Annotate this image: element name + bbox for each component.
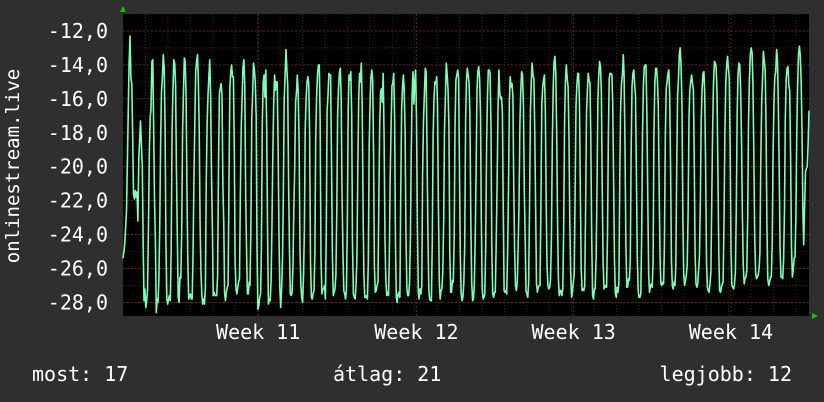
y-tick-label: -26,0 xyxy=(48,256,108,280)
x-tick-label: Week 13 xyxy=(532,320,616,344)
y-tick-label: -12,0 xyxy=(48,19,108,43)
y-tick-label: -22,0 xyxy=(48,189,108,213)
footer-stats: most: 17 átlag: 21 legjobb: 12 xyxy=(0,362,824,390)
y-tick-label: -16,0 xyxy=(48,87,108,111)
max-value: legjobb: 12 xyxy=(659,362,792,386)
y-tick-label: -24,0 xyxy=(48,223,108,247)
x-tick-label: Week 11 xyxy=(216,320,300,344)
y-tick-label: -14,0 xyxy=(48,53,108,77)
y-tick-label: -18,0 xyxy=(48,121,108,145)
y-axis-label: onlinestream.live xyxy=(2,69,24,263)
y-tick-label: -28,0 xyxy=(48,290,108,314)
average-value: átlag: 21 xyxy=(333,362,442,386)
chart-canvas: -12,0 -14,0 -16,0 -18,0 -20,0 -22,0 -24,0 -26,0… xyxy=(2,6,818,344)
x-axis-arrow xyxy=(812,313,818,319)
x-tick-label: Week 14 xyxy=(689,320,773,344)
y-tick-label: -20,0 xyxy=(48,155,108,179)
y-axis-arrow xyxy=(120,6,126,12)
x-tick-label: Week 12 xyxy=(374,320,458,344)
current-value: most: 17 xyxy=(32,362,129,386)
